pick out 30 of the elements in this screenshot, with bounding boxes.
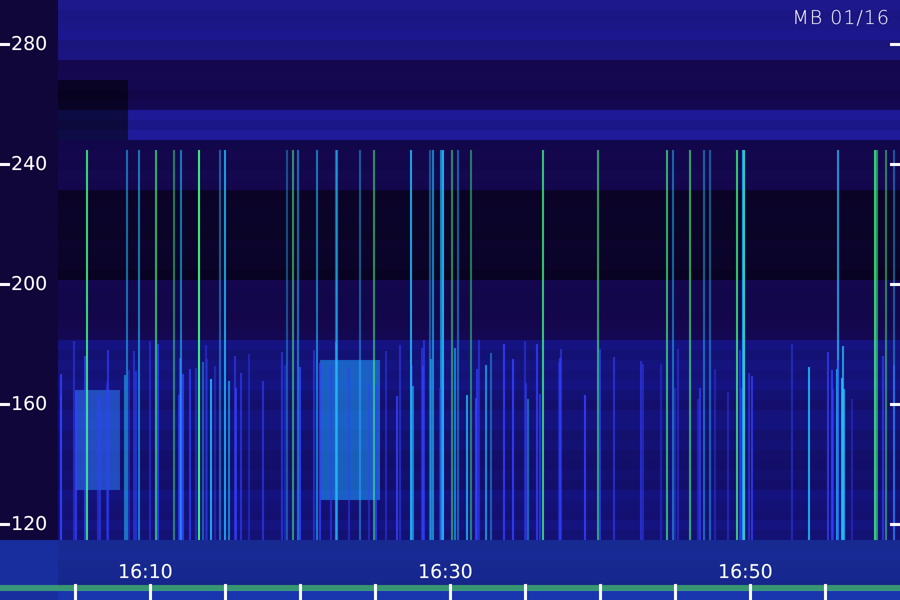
tick-mark [890,403,900,406]
tick-mark [524,584,527,600]
tick-mark [890,163,900,166]
chart-title: MB 01/16 [792,7,890,29]
tick-mark [674,584,677,600]
tick-mark [890,523,900,526]
tick-mark [0,523,10,526]
tick-mark [0,403,10,406]
tick-mark [374,584,377,600]
axis-label: 200 [11,272,48,296]
tick-mark [890,43,900,46]
axis-label: 120 [11,512,48,536]
tick-mark [599,584,602,600]
axis-label: 16:10 [118,560,173,584]
tick-mark [0,43,10,46]
tick-mark [149,584,152,600]
tick-mark [0,283,10,286]
axis-label: 160 [11,392,48,416]
tick-mark [224,584,227,600]
axis-label: 16:50 [718,560,773,584]
tick-mark [824,584,827,600]
tick-mark [0,163,10,166]
axis-label: 280 [11,32,48,56]
axis-label: 16:30 [418,560,473,584]
axis-label: 240 [11,152,48,176]
tick-mark [299,584,302,600]
tick-mark [890,283,900,286]
tick-mark [749,584,752,600]
tick-mark [449,584,452,600]
tick-mark [74,584,77,600]
